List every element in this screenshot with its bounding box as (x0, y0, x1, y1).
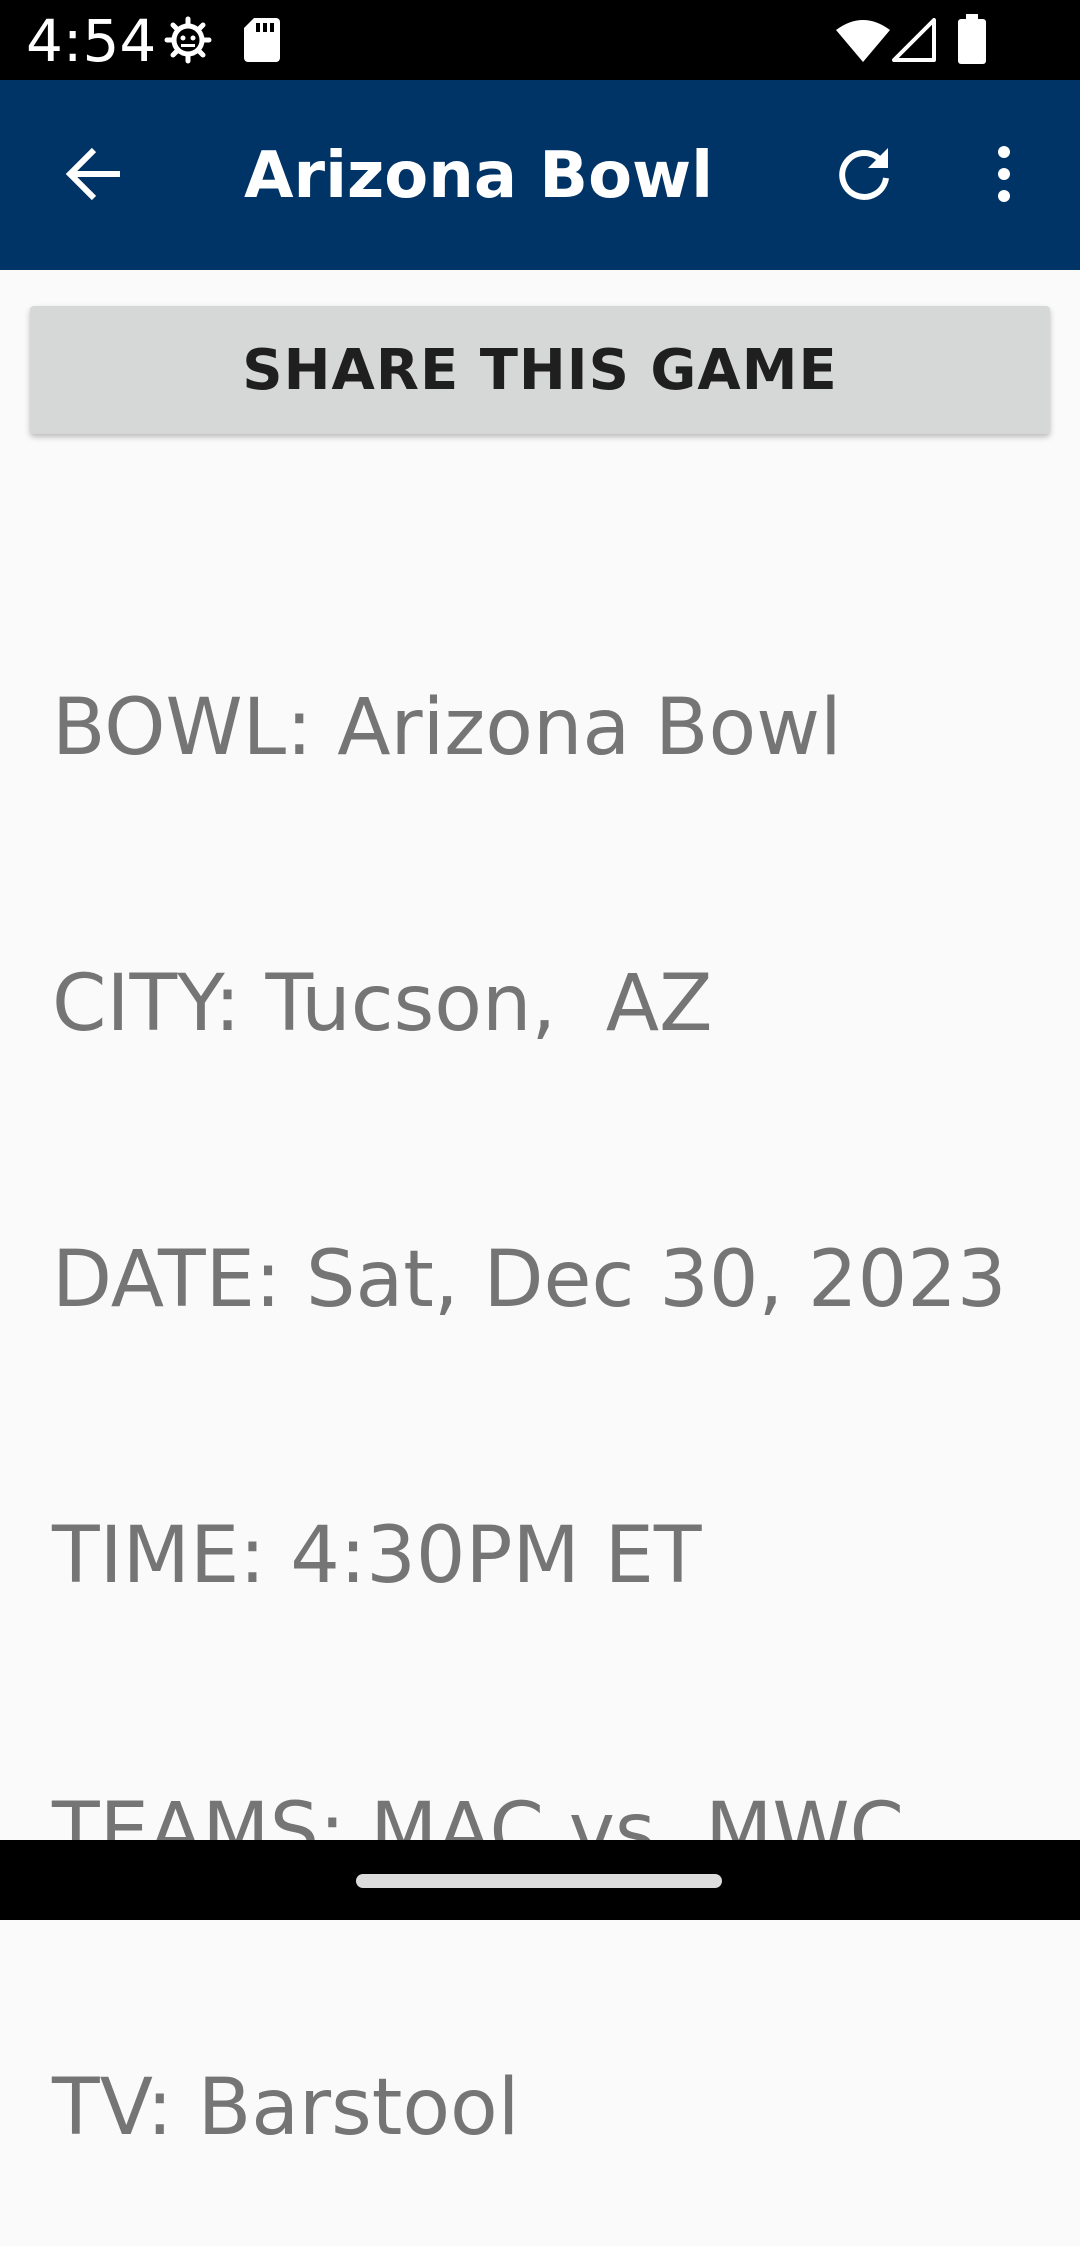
sd-card-icon (244, 18, 280, 67)
detail-tv: TV: Barstool (52, 2063, 520, 2153)
cell-signal-icon (892, 18, 936, 67)
status-bar: 4:54 (0, 0, 1080, 80)
status-time: 4:54 (26, 7, 157, 75)
settings-gear-icon (164, 16, 212, 69)
share-game-button[interactable]: SHARE THIS GAME (30, 306, 1050, 434)
page-title: Arizona Bowl (244, 139, 714, 213)
detail-date: DATE: Sat, Dec 30, 2023 (52, 1235, 1007, 1325)
home-gesture-handle[interactable] (356, 1874, 722, 1888)
detail-bowl: BOWL: Arizona Bowl (52, 683, 842, 773)
game-details: BOWL: Arizona Bowl CITY: Tucson, AZ DATE… (52, 498, 1042, 2246)
battery-icon (958, 14, 986, 69)
app-bar: Arizona Bowl (0, 80, 1080, 270)
refresh-button[interactable] (814, 126, 914, 226)
arrow-left-icon (64, 144, 124, 209)
more-options-button[interactable] (954, 126, 1054, 226)
refresh-icon (834, 144, 894, 209)
back-button[interactable] (44, 126, 144, 226)
navigation-bar (0, 1840, 1080, 1920)
wifi-icon (836, 18, 890, 67)
detail-city: CITY: Tucson, AZ (52, 959, 713, 1049)
detail-time: TIME: 4:30PM ET (52, 1511, 702, 1601)
more-vert-icon (994, 144, 1014, 209)
